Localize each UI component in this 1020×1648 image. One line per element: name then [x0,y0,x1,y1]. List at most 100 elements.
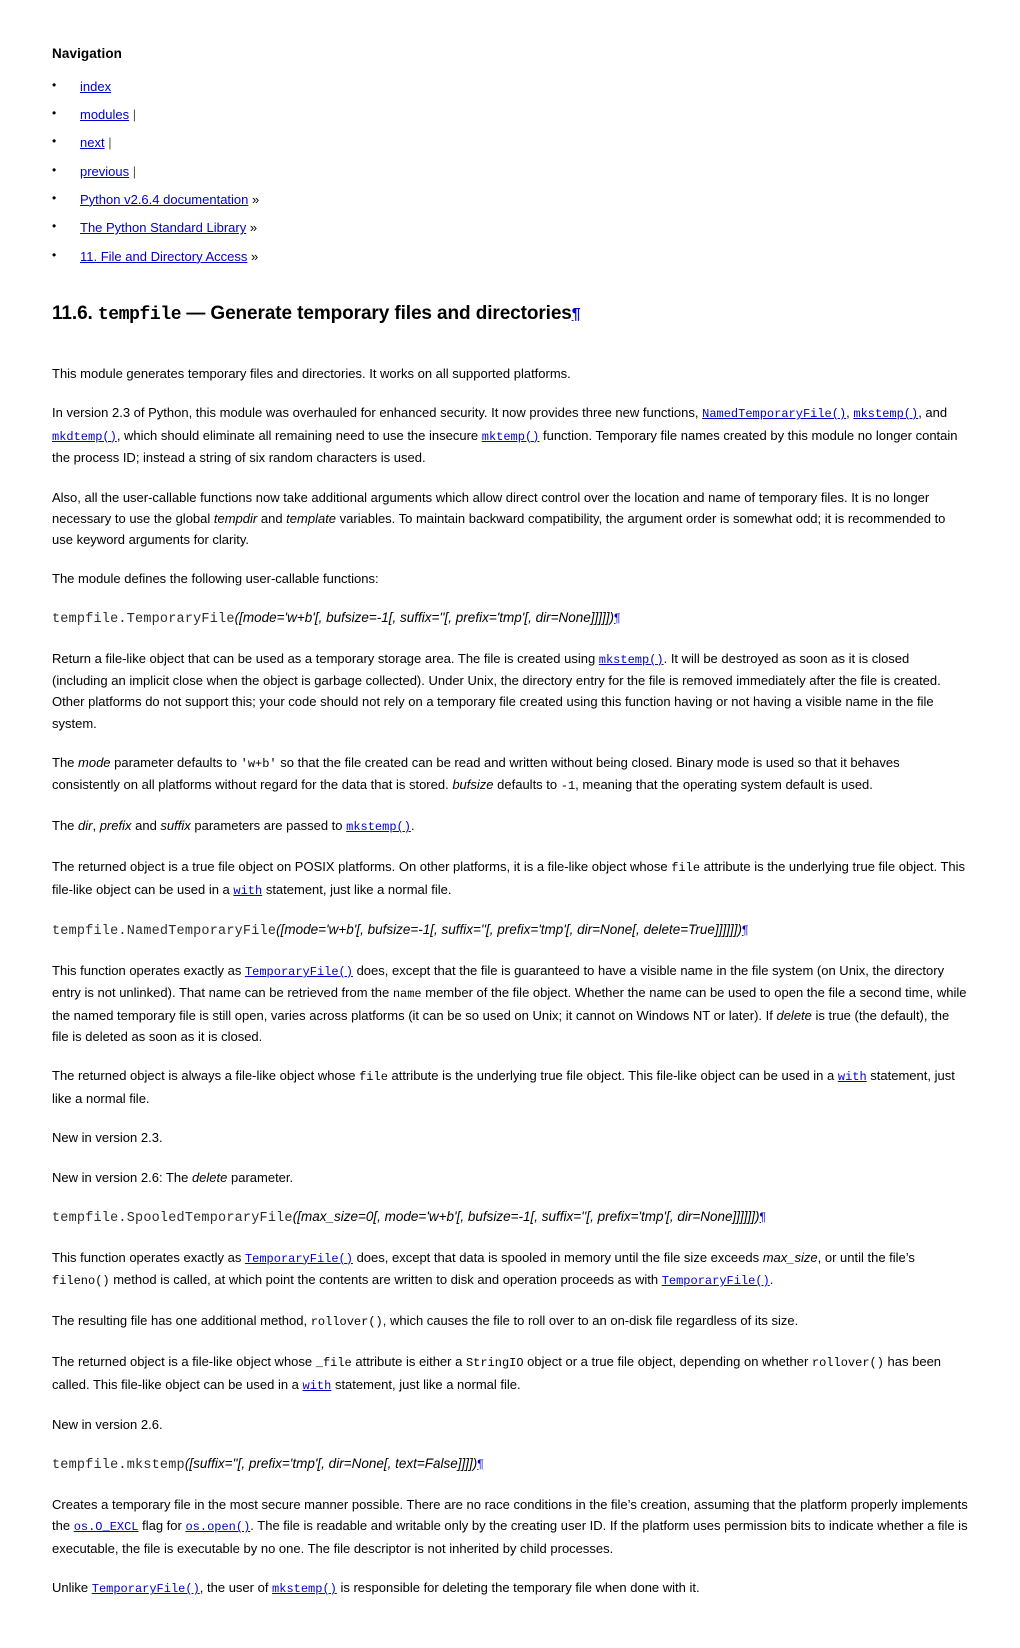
headerlink-icon[interactable]: ¶ [760,1210,766,1224]
link-mkstemp[interactable]: mkstemp() [346,820,411,834]
signature-name: tempfile.mkstemp [52,1458,185,1474]
mks-d2-c: is responsible for deleting the temporar… [336,1580,700,1596]
stf-d3-b: attribute is either a [351,1354,466,1370]
link-temporaryfile[interactable]: TemporaryFile() [662,1274,770,1288]
headerlink-icon[interactable]: ¶ [742,923,748,937]
link-with[interactable]: with [233,884,262,898]
intro-paragraph-1: This module generates temporary files an… [52,365,571,381]
link-os-open[interactable]: os.open() [185,1520,250,1534]
stf-d1-c: , or until the file’s [817,1249,915,1265]
tf-d4-code-file: file [671,861,701,876]
intro-paragraph-4: The module defines the following user-ca… [52,571,379,587]
nav-item-modules: modules | [52,105,968,125]
headerlink-icon[interactable]: ¶ [477,1457,483,1471]
tf-d3-b: , [92,818,100,834]
nav-item-stdlib: The Python Standard Library » [52,218,968,238]
link-with[interactable]: with [838,1070,867,1084]
tf-d3-e: . [410,818,415,834]
ntf-d2-code-file: file [359,1070,388,1085]
spooledtemporaryfile-new-2-6: New in version 2.6. [52,1417,163,1433]
intro-p3-text-b: and [257,510,287,526]
documentation-page: Navigation index modules | next | previo… [0,0,1020,1648]
tf-d3-em-dir: dir [78,818,93,834]
signature-args: ([mode='w+b'[, bufsize=-1[, suffix=''[, … [234,609,615,625]
tf-d4-a: The returned object is a true file objec… [52,859,672,875]
ntf-new26-b: parameter. [227,1169,294,1185]
nav-sep-modules: | [132,106,137,122]
headerlink-icon[interactable]: ¶ [614,611,620,625]
nav-sep-stdlib: » [249,220,258,236]
navigation-list: index modules | next | previous | Python… [52,77,968,267]
tf-d2-d: defaults to [493,777,561,793]
temporaryfile-desc-1: Return a file-like object that can be us… [52,648,968,734]
ntf-new26-em-delete: delete [191,1169,228,1185]
headerlink-icon[interactable]: ¶ [572,306,581,323]
link-mktemp[interactable]: mktemp() [482,430,540,444]
stf-d1-code-fileno: fileno() [52,1274,110,1289]
tf-d4-c: statement, just like a normal file. [262,881,452,897]
nav-link-stdlib[interactable]: The Python Standard Library [80,220,246,235]
title-rest: Generate temporary files and directories [210,303,572,325]
ntf-d1-em-delete: delete [776,1007,812,1023]
intro-p2-text-c: , and [918,405,948,421]
nav-link-next[interactable]: next [80,135,105,150]
stf-d3-code-stringio: StringIO [465,1356,524,1371]
tf-d3-em-suffix: suffix [160,818,191,834]
nav-link-modules[interactable]: modules [80,107,129,122]
link-temporaryfile[interactable]: TemporaryFile() [92,1582,200,1596]
link-mkstemp[interactable]: mkstemp() [599,653,664,667]
link-temporaryfile[interactable]: TemporaryFile() [245,965,353,979]
ntf-d1-code-name: name [392,987,422,1002]
signature-namedtemporaryfile: tempfile.NamedTemporaryFile([mode='w+b'[… [52,920,968,942]
namedtemporaryfile-new-2-6: New in version 2.6: The delete parameter… [52,1167,968,1188]
tf-d2-e: , meaning that the operating system defa… [575,777,873,793]
nav-link-previous[interactable]: previous [80,164,129,179]
temporaryfile-desc-2: The mode parameter defaults to 'w+b' so … [52,752,968,797]
stf-d3-code-rollover: rollover() [811,1356,884,1371]
tf-d3-a: The [52,818,79,834]
tf-d2-em-bufsize: bufsize [452,777,494,793]
link-mkdtemp[interactable]: mkdtemp() [52,430,117,444]
intro-p3-em-template: template [286,510,337,526]
signature-args: ([suffix=''[, prefix='tmp'[, dir=None[, … [184,1456,478,1472]
nav-link-index[interactable]: index [80,79,111,94]
link-namedtemporaryfile[interactable]: NamedTemporaryFile() [702,407,846,421]
link-temporaryfile[interactable]: TemporaryFile() [245,1252,353,1266]
tf-d2-em-mode: mode [78,755,111,771]
mks-d2-a: Unlike [52,1580,92,1596]
signature-name: tempfile.TemporaryFile [52,611,235,627]
tf-d2-code-wb: 'w+b' [240,757,277,772]
signature-args: ([max_size=0[, mode='w+b'[, bufsize=-1[,… [292,1208,760,1224]
ntf-d2-b: attribute is the underlying true file ob… [387,1068,838,1084]
tf-d2-b: parameter defaults to [110,755,241,771]
stf-d3-code-underscore-file: _file [315,1356,352,1371]
title-dash: — [186,303,206,325]
tf-d2-a: The [52,755,79,771]
signature-args: ([mode='w+b'[, bufsize=-1[, suffix=''[, … [276,921,742,937]
link-mkstemp[interactable]: mkstemp() [272,1582,337,1596]
nav-link-file-directory-access[interactable]: 11. File and Directory Access [80,249,247,264]
link-with[interactable]: with [303,1379,332,1393]
mkstemp-desc-2: Unlike TemporaryFile(), the user of mkst… [52,1577,968,1599]
tf-d1-a: Return a file-like object that can be us… [52,650,599,666]
stf-d3-a: The returned object is a file-like objec… [52,1354,316,1370]
tf-d2-code-minus1: -1 [560,779,576,794]
stf-d2-code-rollover: rollover() [310,1315,383,1330]
section-number: 11.6. [52,303,93,325]
signature-spooledtemporaryfile: tempfile.SpooledTemporaryFile([max_size=… [52,1207,968,1229]
namedtemporaryfile-desc-1: This function operates exactly as Tempor… [52,960,968,1047]
nav-link-python-docs[interactable]: Python v2.6.4 documentation [80,192,248,207]
namedtemporaryfile-desc-2: The returned object is always a file-lik… [52,1065,968,1108]
nav-sep-python-docs: » [252,191,260,207]
temporaryfile-desc-4: The returned object is a true file objec… [52,856,968,901]
link-os-o-excl[interactable]: os.O_EXCL [74,1520,139,1534]
nav-item-next: next | [52,133,968,153]
ntf-new26-a: New in version 2.6: The [52,1169,192,1185]
signature-name: tempfile.NamedTemporaryFile [52,923,277,939]
stf-d1-em-maxsize: max_size [762,1249,818,1265]
namedtemporaryfile-new-2-3: New in version 2.3. [52,1130,163,1146]
nav-sep-file-directory-access: » [251,248,259,264]
nav-sep-next: | [108,135,112,151]
link-mkstemp[interactable]: mkstemp() [853,407,918,421]
signature-temporaryfile: tempfile.TemporaryFile([mode='w+b'[, buf… [52,608,968,630]
